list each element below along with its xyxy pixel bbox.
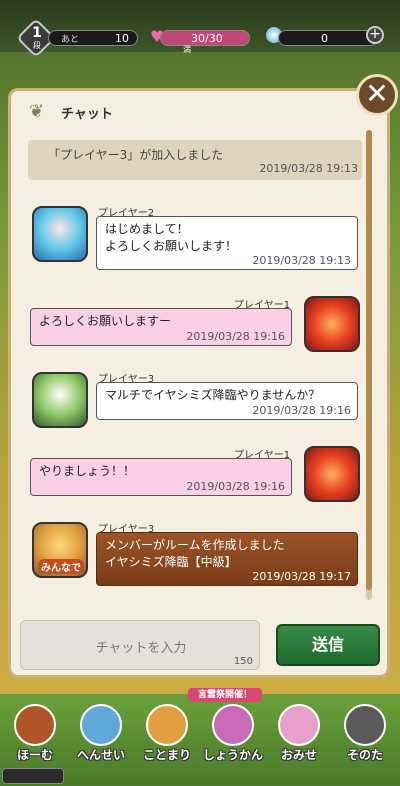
team-icon bbox=[80, 704, 122, 746]
chat-bubble: マルチでイヤシミズ降臨やりませんか？ 2019/03/28 19:16 bbox=[96, 382, 358, 420]
scrollbar-thumb[interactable] bbox=[366, 130, 372, 590]
message-text: はじめまして！ よろしくお願いします！ bbox=[105, 222, 238, 253]
message-text: よろしくお願いしますー bbox=[39, 314, 172, 328]
exp-remaining: あと 10 bbox=[48, 30, 138, 46]
shop-icon bbox=[278, 704, 320, 746]
avatar-player1[interactable] bbox=[304, 296, 360, 352]
quest-icon bbox=[146, 704, 188, 746]
nav-home[interactable]: ほーむ bbox=[4, 700, 66, 766]
room-invite-bubble[interactable]: メンバーがルームを作成しました イヤシミズ降臨【中級】 2019/03/28 1… bbox=[96, 532, 358, 586]
gem-value: 0 bbox=[321, 32, 328, 45]
nav-summon[interactable]: しょうかん bbox=[202, 700, 264, 766]
close-icon: ✕ bbox=[365, 77, 389, 110]
nav-label: へんせい bbox=[76, 748, 125, 762]
plus-icon[interactable]: + bbox=[366, 26, 384, 44]
gem-counter: 0 bbox=[278, 30, 378, 46]
stamina-value: 30/30 bbox=[191, 32, 223, 45]
avatar-player2[interactable] bbox=[32, 206, 88, 262]
message-text: メンバーがルームを作成しました イヤシミズ降臨【中級】 bbox=[105, 538, 285, 569]
nav-shop[interactable]: おみせ bbox=[268, 700, 330, 766]
stamina-meter: 30/30 bbox=[160, 30, 250, 46]
system-message-time: 2019/03/28 19:13 bbox=[259, 162, 358, 175]
avatar-player1[interactable] bbox=[304, 446, 360, 502]
message-time: 2019/03/28 19:16 bbox=[252, 404, 351, 417]
nav-quest[interactable]: ことまり bbox=[136, 700, 198, 766]
system-message: 「プレイヤー3」が加入しました 2019/03/28 19:13 bbox=[28, 140, 362, 180]
summon-icon bbox=[212, 704, 254, 746]
chat-bubble-own: やりましょう！！ 2019/03/28 19:16 bbox=[30, 458, 292, 496]
message-time: 2019/03/28 19:16 bbox=[186, 330, 285, 343]
send-button[interactable]: 送信 bbox=[276, 624, 380, 666]
panel-title: チャット bbox=[61, 107, 113, 122]
stamina-sub-label: 満 bbox=[183, 45, 191, 54]
message-text: マルチでイヤシミズ降臨やりませんか？ bbox=[105, 388, 321, 402]
avatar-label: みんなで bbox=[38, 559, 84, 574]
message-time: 2019/03/28 19:17 bbox=[252, 570, 351, 583]
remaining-label: あと bbox=[61, 35, 80, 45]
nav-label: しょうかん bbox=[202, 748, 263, 762]
nav-other[interactable]: そのた bbox=[334, 700, 396, 766]
chat-bubble: はじめまして！ よろしくお願いします！ 2019/03/28 19:13 bbox=[96, 216, 358, 270]
avatar-player3-party[interactable]: みんなで bbox=[32, 522, 88, 578]
avatar-player3[interactable] bbox=[32, 372, 88, 428]
chat-input-placeholder: チャットを入力 bbox=[95, 641, 187, 656]
leaf-icon: ❦ bbox=[29, 101, 45, 122]
chat-input[interactable]: チャットを入力 150 bbox=[20, 620, 260, 670]
bottom-chip bbox=[2, 768, 64, 784]
remaining-value: 10 bbox=[115, 32, 129, 45]
nav-label: ほーむ bbox=[16, 748, 53, 762]
nav-label: そのた bbox=[346, 748, 383, 762]
chat-bubble-own: よろしくお願いしますー 2019/03/28 19:16 bbox=[30, 308, 292, 346]
nav-label: おみせ bbox=[280, 748, 317, 762]
rank-sub-label: 段 bbox=[33, 41, 41, 50]
system-message-text: 「プレイヤー3」が加入しました bbox=[48, 148, 224, 162]
rank-value: 1 bbox=[32, 25, 42, 41]
other-icon bbox=[344, 704, 386, 746]
close-button[interactable]: ✕ bbox=[356, 74, 398, 116]
home-icon bbox=[14, 704, 56, 746]
nav-team[interactable]: へんせい bbox=[70, 700, 132, 766]
nav-label: ことまり bbox=[142, 748, 191, 762]
message-time: 2019/03/28 19:16 bbox=[186, 480, 285, 493]
message-time: 2019/03/28 19:13 bbox=[252, 254, 351, 267]
char-count: 150 bbox=[233, 656, 253, 667]
message-text: やりましょう！！ bbox=[39, 464, 136, 478]
